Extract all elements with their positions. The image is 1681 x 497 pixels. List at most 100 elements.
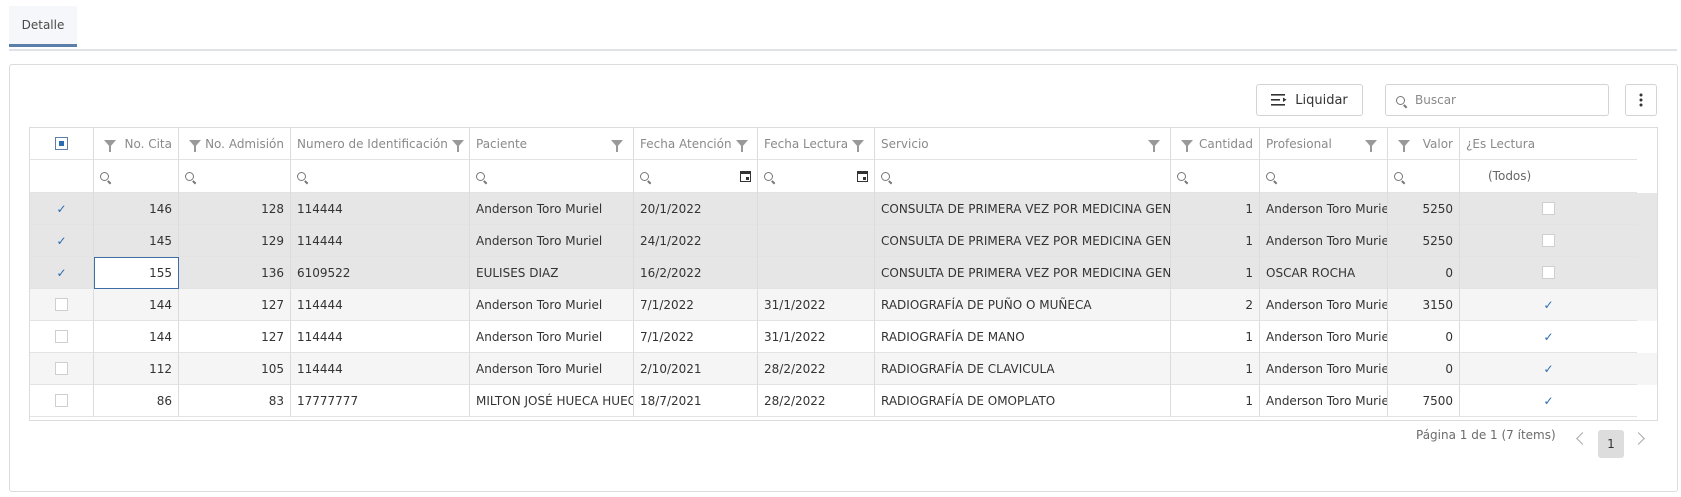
cell-paciente[interactable]: Anderson Toro Muriel [470,289,634,321]
search-box[interactable] [1385,84,1609,116]
filter-icon[interactable] [735,140,748,152]
page-button-1[interactable]: 1 [1598,430,1624,458]
cell-fecha_atencion[interactable]: 2/10/2021 [634,353,758,385]
lectura-filter-select[interactable]: (Todos) [1460,160,1637,193]
cell-valor[interactable]: 0 [1388,353,1460,385]
cell-servicio[interactable]: CONSULTA DE PRIMERA VEZ POR MEDICINA GEN… [875,257,1171,289]
cell-admision[interactable]: 83 [179,385,291,417]
filter-icon[interactable] [1398,140,1410,152]
filter-cell[interactable] [470,160,634,193]
filter-cell[interactable] [1171,160,1260,193]
cell-paciente[interactable]: MILTON JOSÉ HUECA HUECA [470,385,634,417]
cell-cantidad[interactable]: 1 [1171,257,1260,289]
cell-cantidad[interactable]: 1 [1171,353,1260,385]
cell-fecha_atencion[interactable]: 24/1/2022 [634,225,758,257]
cell-profesional[interactable]: OSCAR ROCHA [1260,257,1388,289]
cell-cantidad[interactable]: 1 [1171,193,1260,225]
header-cell[interactable]: Cantidad [1171,128,1260,160]
row-select-cell[interactable]: ✓ [30,193,94,225]
cell-fecha_atencion[interactable]: 18/7/2021 [634,385,758,417]
cell-valor[interactable]: 0 [1388,321,1460,353]
cell-servicio[interactable]: RADIOGRAFÍA DE MANO [875,321,1171,353]
row-select-cell[interactable]: ✓ [30,257,94,289]
cell-fecha_atencion[interactable]: 7/1/2022 [634,321,758,353]
row-checkbox[interactable] [55,298,68,311]
cell-fecha_lectura[interactable] [758,193,875,225]
cell-paciente[interactable]: Anderson Toro Muriel [470,321,634,353]
row-select-cell[interactable] [30,289,94,321]
cell-fecha_lectura[interactable]: 28/2/2022 [758,353,875,385]
cell-cantidad[interactable]: 2 [1171,289,1260,321]
cell-servicio[interactable]: RADIOGRAFÍA DE CLAVICULA [875,353,1171,385]
filter-icon[interactable] [852,140,865,152]
es-lectura-cell[interactable]: ✓ [1460,289,1637,321]
cell-valor[interactable]: 7500 [1388,385,1460,417]
header-cell[interactable]: Fecha Atención [634,128,758,160]
cell-admision[interactable]: 127 [179,289,291,321]
cell-servicio[interactable]: CONSULTA DE PRIMERA VEZ POR MEDICINA GEN… [875,225,1171,257]
select-all-checkbox[interactable] [55,137,68,150]
calendar-icon[interactable] [857,170,868,182]
cell-paciente[interactable]: EULISES DIAZ [470,257,634,289]
header-cell[interactable]: ¿Es Lectura [1460,128,1637,160]
cell-fecha_lectura[interactable] [758,257,875,289]
header-cell[interactable]: Paciente [470,128,634,160]
cell-cita[interactable]: 144 [94,289,179,321]
cell-cita[interactable]: 145 [94,225,179,257]
cell-valor[interactable]: 5250 [1388,225,1460,257]
es-lectura-cell[interactable] [1460,193,1637,225]
cell-fecha_lectura[interactable]: 28/2/2022 [758,385,875,417]
cell-identificacion[interactable]: 6109522 [291,257,470,289]
cell-cita[interactable]: 86 [94,385,179,417]
header-cell[interactable]: No. Admisión [179,128,291,160]
filter-cell[interactable] [634,160,758,193]
cell-valor[interactable]: 5250 [1388,193,1460,225]
cell-identificacion[interactable]: 114444 [291,193,470,225]
header-cell[interactable]: Profesional [1260,128,1388,160]
cell-identificacion[interactable]: 114444 [291,225,470,257]
filter-cell[interactable] [758,160,875,193]
filter-cell[interactable] [875,160,1171,193]
cell-identificacion[interactable]: 114444 [291,321,470,353]
row-select-cell[interactable]: ✓ [30,225,94,257]
row-select-cell[interactable] [30,321,94,353]
filter-icon[interactable] [104,140,116,152]
cell-cita[interactable]: 146 [94,193,179,225]
filter-icon[interactable] [451,140,464,152]
cell-admision[interactable]: 127 [179,321,291,353]
cell-paciente[interactable]: Anderson Toro Muriel [470,225,634,257]
filter-icon[interactable] [611,140,623,152]
cell-admision[interactable]: 136 [179,257,291,289]
cell-profesional[interactable]: Anderson Toro Muriel [1260,321,1388,353]
filter-icon[interactable] [189,140,201,152]
checkmark-icon[interactable]: ✓ [56,267,66,279]
row-select-cell[interactable] [30,353,94,385]
filter-icon[interactable] [1181,140,1193,152]
header-cell[interactable]: Numero de Identificación [291,128,470,160]
header-cell[interactable]: No. Cita [94,128,179,160]
filter-icon[interactable] [1365,140,1377,152]
cell-fecha_lectura[interactable]: 31/1/2022 [758,321,875,353]
cell-identificacion[interactable]: 114444 [291,353,470,385]
cell-servicio[interactable]: CONSULTA DE PRIMERA VEZ POR MEDICINA GEN… [875,193,1171,225]
header-cell[interactable]: Fecha Lectura [758,128,875,160]
cell-profesional[interactable]: Anderson Toro Muriel [1260,385,1388,417]
es-lectura-cell[interactable] [1460,257,1637,289]
filter-cell[interactable] [1260,160,1388,193]
search-input[interactable] [1413,92,1597,108]
cell-paciente[interactable]: Anderson Toro Muriel [470,193,634,225]
cell-cita[interactable]: 112 [94,353,179,385]
table-row[interactable]: 144 127 114444 Anderson Toro Muriel 7/1/2022… [30,321,1657,353]
cell-cita[interactable]: 144 [94,321,179,353]
cell-valor[interactable]: 3150 [1388,289,1460,321]
es-lectura-cell[interactable] [1460,225,1637,257]
cell-fecha_atencion[interactable]: 16/2/2022 [634,257,758,289]
filter-cell[interactable] [94,160,179,193]
table-row[interactable]: ✓ 155 136 6109522 EULISES DIAZ 16/2/2022 CONSU… [30,257,1657,289]
cell-admision[interactable]: 105 [179,353,291,385]
cell-cita[interactable]: 155 [94,257,179,289]
cell-profesional[interactable]: Anderson Toro Muriel [1260,353,1388,385]
cell-cantidad[interactable]: 1 [1171,225,1260,257]
table-row[interactable]: 144 127 114444 Anderson Toro Muriel 7/1/2022… [30,289,1657,321]
row-select-cell[interactable] [30,385,94,417]
